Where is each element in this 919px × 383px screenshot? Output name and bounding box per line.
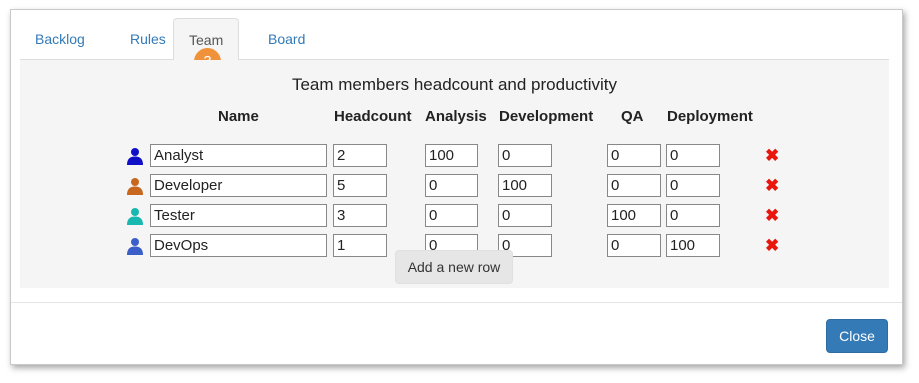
tab-bar: Backlog Rules Team Board <box>20 18 889 61</box>
close-button[interactable]: Close <box>826 319 888 353</box>
panel-title: Team members headcount and productivity <box>291 75 618 94</box>
tab-rules[interactable]: Rules <box>115 18 181 60</box>
analysis-field[interactable] <box>425 204 478 227</box>
table-row: ✖ <box>20 204 889 228</box>
qa-field[interactable] <box>607 144 661 167</box>
team-panel: Team members headcount and productivity … <box>20 60 889 288</box>
person-icon <box>127 178 143 195</box>
headcount-field[interactable] <box>333 234 387 257</box>
delete-row-icon[interactable]: ✖ <box>765 206 779 226</box>
deployment-field[interactable] <box>666 144 720 167</box>
deployment-field[interactable] <box>666 234 720 257</box>
name-field[interactable] <box>150 144 327 167</box>
table-row: ✖ <box>20 174 889 198</box>
team-dialog: Backlog Rules Team Board 3 Team members … <box>10 9 903 365</box>
column-header-qa: QA <box>621 108 644 125</box>
qa-field[interactable] <box>607 174 661 197</box>
deployment-field[interactable] <box>666 174 720 197</box>
analysis-field[interactable] <box>425 144 478 167</box>
add-row-button[interactable]: Add a new row <box>395 250 513 284</box>
tab-board[interactable]: Board <box>253 18 320 60</box>
name-field[interactable] <box>150 204 327 227</box>
column-header-headcount: Headcount <box>334 108 412 125</box>
column-header-name: Name <box>218 108 259 125</box>
headcount-field[interactable] <box>333 144 387 167</box>
person-icon <box>127 148 143 165</box>
headcount-field[interactable] <box>333 174 387 197</box>
name-field[interactable] <box>150 174 327 197</box>
development-field[interactable] <box>498 174 552 197</box>
table-row: ✖ <box>20 144 889 168</box>
person-icon <box>127 208 143 225</box>
deployment-field[interactable] <box>666 204 720 227</box>
person-icon <box>127 238 143 255</box>
headcount-field[interactable] <box>333 204 387 227</box>
column-header-deployment: Deployment <box>667 108 753 125</box>
name-field[interactable] <box>150 234 327 257</box>
tab-backlog[interactable]: Backlog <box>20 18 100 60</box>
column-header-analysis: Analysis <box>425 108 487 125</box>
qa-field[interactable] <box>607 204 661 227</box>
analysis-field[interactable] <box>425 174 478 197</box>
delete-row-icon[interactable]: ✖ <box>765 236 779 256</box>
column-header-development: Development <box>499 108 594 125</box>
delete-row-icon[interactable]: ✖ <box>765 146 779 166</box>
development-field[interactable] <box>498 144 552 167</box>
delete-row-icon[interactable]: ✖ <box>765 176 779 196</box>
qa-field[interactable] <box>607 234 661 257</box>
footer-divider <box>11 302 902 303</box>
development-field[interactable] <box>498 204 552 227</box>
